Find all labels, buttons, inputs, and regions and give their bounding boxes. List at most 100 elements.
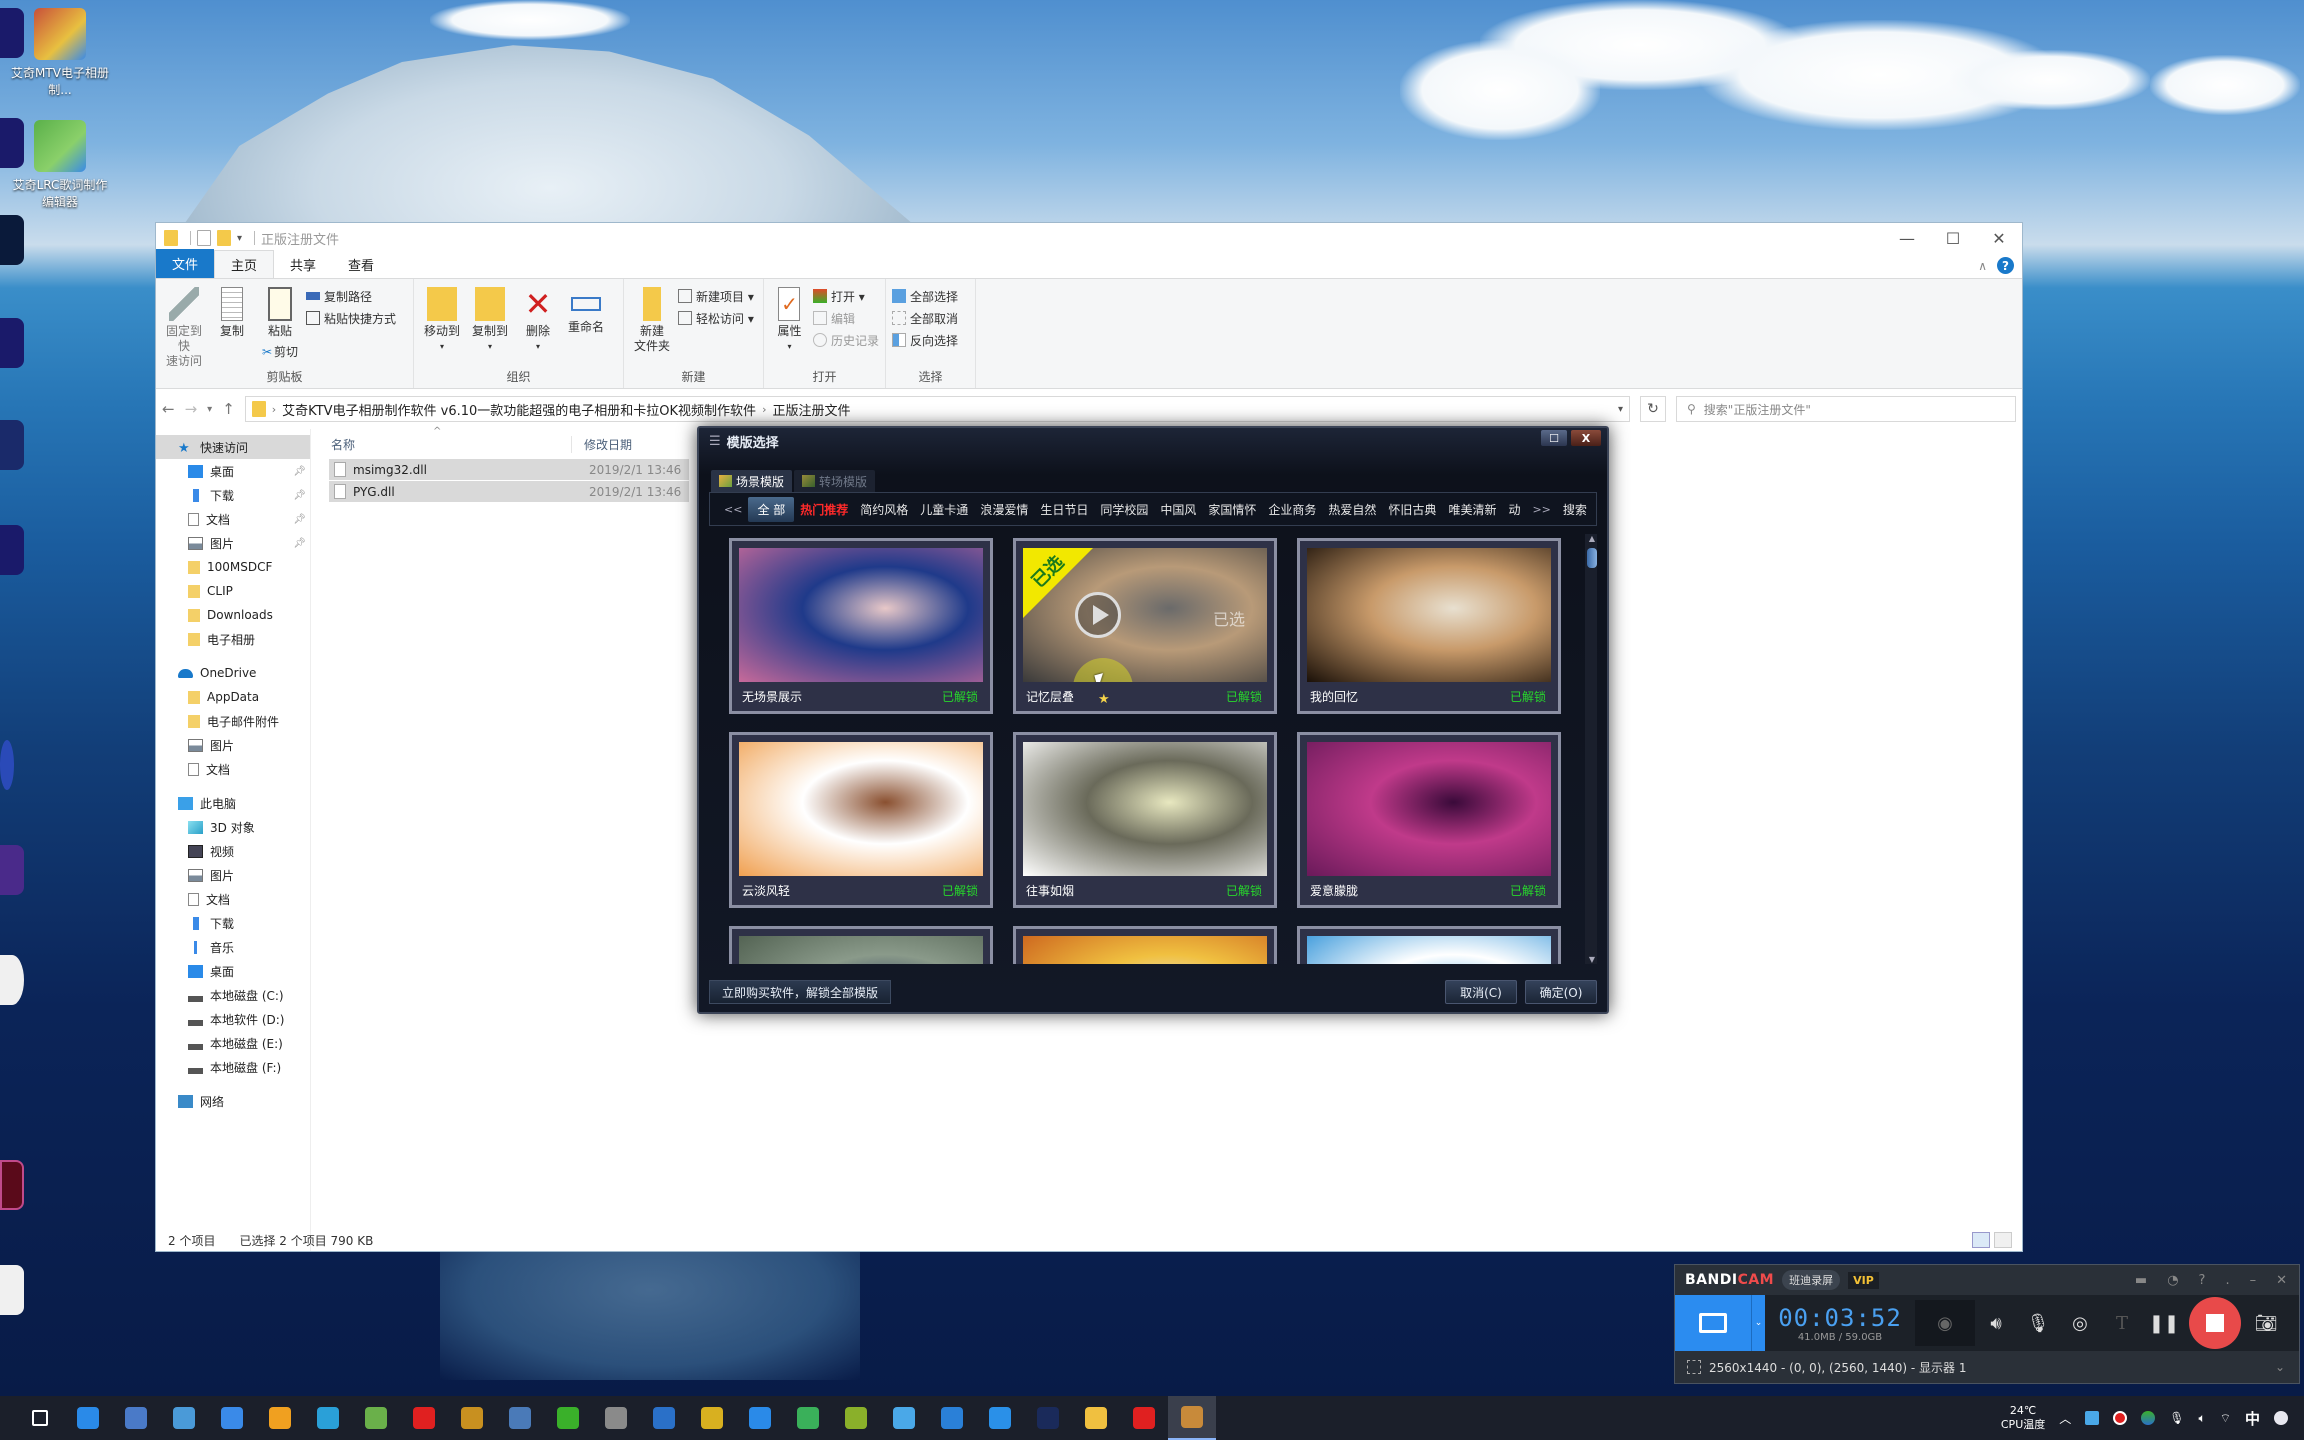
template-scrollbar[interactable]: ▲ ▼ [1585,534,1597,964]
folder-icon[interactable]: ▬ [2135,1273,2147,1288]
close-button[interactable]: ✕ [1976,223,2022,253]
column-header-modified[interactable]: 修改日期 [571,435,632,453]
category-scroll-right[interactable]: >> [1526,500,1556,519]
taskbar-app-13-button[interactable] [640,1396,688,1440]
large-icons-view-button[interactable] [1994,1232,2012,1248]
scroll-down-icon[interactable]: ▼ [1585,955,1597,964]
taskbar-app-2-button[interactable] [112,1396,160,1440]
category-tab[interactable]: 全 部 [748,496,795,522]
play-preview-icon[interactable] [1075,592,1121,638]
desktop-icon-partial[interactable] [0,118,24,168]
desktop-icon-partial[interactable] [0,845,24,895]
taskbar-app-5-button[interactable] [256,1396,304,1440]
taskbar-file-explorer-button[interactable] [1072,1396,1120,1440]
text-overlay-icon[interactable]: T [2101,1313,2143,1334]
help-icon[interactable]: ? [1997,257,2014,274]
easy-access-button[interactable]: 轻松访问 ▾ [678,309,754,327]
webcam-icon[interactable]: ◉ [1915,1300,1975,1346]
ifly-icon[interactable] [2274,1411,2288,1425]
nav-pc-item[interactable]: 文档 [156,887,310,911]
tray-network-app-icon[interactable] [2141,1411,2156,1425]
nav-pc-item[interactable]: 下载 [156,911,310,935]
nav-pc-item[interactable]: 本地磁盘 (C:) [156,983,310,1007]
menu-icon[interactable]: ☰ [709,434,721,449]
template-card[interactable]: 爱意朦胧 已解锁 [1297,732,1561,908]
category-tab[interactable]: 同学校园 [1094,498,1154,521]
nav-onedrive-item[interactable]: 图片 [156,733,310,757]
taskbar-app-3-button[interactable] [160,1396,208,1440]
category-tab[interactable]: 生日节日 [1034,498,1094,521]
template-card[interactable]: 我的回忆 已解锁 [1297,538,1561,714]
select-none-button[interactable]: 全部取消 [892,309,958,327]
ime-indicator[interactable]: 中 [2245,1408,2260,1429]
taskbar-app-8-button[interactable] [400,1396,448,1440]
nav-quick-item[interactable]: 桌面 📌︎ [156,459,310,483]
select-all-button[interactable]: 全部选择 [892,287,958,305]
desktop-icon-lrc-editor[interactable]: 艾奇LRC歌词制作编辑器 [10,120,110,210]
collapse-ribbon-icon[interactable]: ∧ [1978,259,1987,273]
category-tab[interactable]: 唯美清新 [1442,498,1502,521]
stop-record-button[interactable] [2189,1297,2241,1349]
file-row[interactable]: PYG.dll 2019/2/1 13:46 [329,481,689,502]
forward-button[interactable]: → [185,400,198,418]
open-button[interactable]: 打开 ▾ [812,287,879,305]
dialog-close-button[interactable]: X [1571,430,1601,446]
cut-button[interactable]: ✂ 剪切 [262,343,298,361]
mini-mode-icon[interactable]: . [2225,1273,2229,1288]
category-tab[interactable]: 简约风格 [854,498,914,521]
category-tab[interactable]: 浪漫爱情 [974,498,1034,521]
taskbar-photo-album-app-button[interactable] [1168,1396,1216,1440]
up-button[interactable]: ↑ [222,400,235,418]
category-scroll-left[interactable]: << [718,500,748,519]
ok-button[interactable]: 确定(O) [1525,980,1597,1004]
search-input[interactable]: ⚲ 搜索"正版注册文件" [1676,396,2016,422]
taskbar-app-19-button[interactable] [928,1396,976,1440]
invert-selection-button[interactable]: 反向选择 [892,331,958,349]
taskbar-app-14-button[interactable] [688,1396,736,1440]
history-button[interactable]: 历史记录 [812,331,879,349]
nav-quick-item[interactable]: 文档 📌︎ [156,507,310,531]
desktop-icon-partial[interactable] [0,318,24,368]
quick-access-dropdown-icon[interactable]: ▾ [237,233,242,244]
taskbar-app-7-button[interactable] [352,1396,400,1440]
category-tab[interactable]: 热爱自然 [1322,498,1382,521]
taskbar-bandicam-button[interactable] [1120,1396,1168,1440]
nav-quick-item[interactable]: 电子相册 [156,627,310,651]
pin-icon[interactable]: 📌︎ [293,514,306,525]
wifi-icon[interactable]: ⌔ [2220,1411,2231,1426]
nav-pc-item[interactable]: 3D 对象 [156,815,310,839]
buy-unlock-button[interactable]: 立即购买软件，解锁全部模版 [709,980,892,1004]
dialog-maximize-button[interactable]: ☐ [1541,430,1567,446]
nav-pc-item[interactable]: 图片 [156,863,310,887]
desktop-icon-partial[interactable] [0,1265,24,1315]
taskbar-app-4-button[interactable] [208,1396,256,1440]
category-tab[interactable]: 儿童卡通 [914,498,974,521]
nav-pc-item[interactable]: 本地磁盘 (E:) [156,1031,310,1055]
minimize-button[interactable]: — [1884,223,1930,253]
nav-quick-item[interactable]: 100MSDCF [156,555,310,579]
desktop-icon-partial[interactable] [0,420,24,470]
tab-share[interactable]: 共享 [274,251,332,278]
properties-quick-icon[interactable] [197,230,211,246]
taskbar-app-16-button[interactable] [784,1396,832,1440]
template-card[interactable]: 已选 已选 ★ 记忆层叠 已解锁 [1013,538,1277,714]
maximize-button[interactable]: ☐ [1930,223,1976,253]
taskbar-app-6-button[interactable] [304,1396,352,1440]
back-button[interactable]: ← [162,400,175,418]
taskbar-app-15-button[interactable] [736,1396,784,1440]
nav-onedrive-item[interactable]: 文档 [156,757,310,781]
mode-dropdown[interactable]: ⌄ [1751,1295,1765,1351]
file-row[interactable]: msimg32.dll 2019/2/1 13:46 [329,459,689,480]
nav-pc-item[interactable]: 音乐 [156,935,310,959]
paste-shortcut-button[interactable]: 粘贴快捷方式 [306,309,396,327]
cancel-button[interactable]: 取消(C) [1445,980,1517,1004]
template-card[interactable] [1013,926,1277,964]
tray-app-icon[interactable] [2085,1411,2100,1425]
taskbar-photoshop-button[interactable] [1024,1396,1072,1440]
desktop-icon-partial[interactable] [0,525,24,575]
pin-icon[interactable]: 📌︎ [293,490,306,501]
microphone-icon[interactable]: 🎙︎ [2017,1313,2059,1334]
cursor-effect-icon[interactable]: ◎ [2059,1313,2101,1334]
pin-icon[interactable]: 📌︎ [293,466,306,477]
category-tab[interactable]: 搜索 [1557,498,1593,521]
